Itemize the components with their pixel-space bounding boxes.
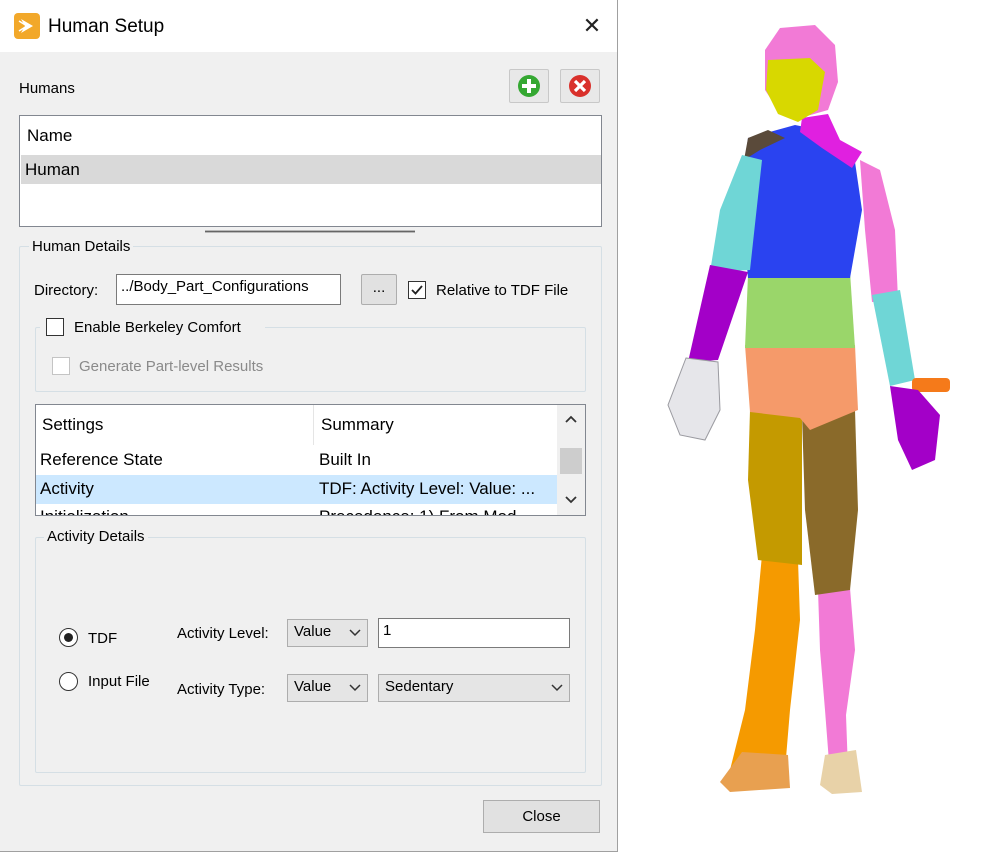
table-cell: Reference State [40,450,163,469]
activity-level-input[interactable]: 1 [378,618,570,648]
checkmark-icon [411,285,423,295]
scrollbar-thumb[interactable] [560,448,582,474]
table-cell: Activity [40,479,94,498]
table-cell: TDF: Activity Level: Value: ... [319,479,536,498]
remove-circle-icon [569,75,591,97]
humans-label: Humans [19,80,75,97]
activity-details-title: Activity Details [44,528,148,545]
table-cell: Precedence: 1) From Mod... [319,507,555,515]
radio-selected-dot [64,633,73,642]
column-header-summary[interactable]: Summary [321,415,394,435]
select-value: Value [294,678,332,695]
directory-field[interactable]: ../Body_Part_Configurations [116,274,341,305]
remove-human-button[interactable] [560,69,600,103]
part-level-results-label: Generate Part-level Results [79,358,264,375]
browse-button[interactable]: ... [361,274,397,305]
column-header-settings[interactable]: Settings [42,415,103,435]
scroll-up-icon[interactable] [563,413,579,425]
human-setup-dialog: Human Setup ✕ Humans Name Human Human De… [0,0,618,852]
input-file-label: Input File [88,673,150,690]
chevron-down-icon [551,684,563,692]
berkeley-comfort-label: Enable Berkeley Comfort [74,319,241,336]
relative-to-tdf-checkbox[interactable] [408,281,426,299]
activity-details-group [35,537,586,773]
input-file-radio[interactable] [59,672,78,691]
list-header-name[interactable]: Name [27,126,72,146]
part-level-results-checkbox[interactable] [52,357,70,375]
table-row-selected[interactable]: Activity TDF: Activity Level: Value: ... [36,475,557,504]
humans-list: Name Human [19,115,602,227]
close-icon[interactable]: ✕ [580,14,604,38]
table-row[interactable]: Reference State Built In [36,447,557,475]
select-value: Value [294,623,332,640]
list-item-label: Human [25,160,80,179]
relative-to-tdf-label: Relative to TDF File [436,282,569,299]
select-value: Sedentary [385,678,454,695]
table-row[interactable]: Initialization Precedence: 1) From Mod..… [36,504,557,515]
directory-label: Directory: [34,282,99,299]
tdf-radio[interactable] [59,628,78,647]
chevron-down-icon [349,629,361,637]
vertical-scrollbar[interactable] [557,405,585,515]
chevron-down-icon [349,684,361,692]
splitter-handle[interactable] [205,230,415,233]
close-button[interactable]: Close [483,800,600,833]
tdf-label: TDF [88,630,118,647]
add-human-button[interactable] [509,69,549,103]
column-divider [313,405,314,445]
scroll-down-icon[interactable] [563,494,579,506]
list-item[interactable]: Human [21,155,601,184]
human-details-title: Human Details [29,238,134,255]
title-bar: Human Setup ✕ [0,0,617,52]
table-cell: Initialization [40,507,129,515]
app-logo-icon [14,13,40,39]
berkeley-comfort-checkbox[interactable] [46,318,64,336]
activity-type-label: Activity Type: [177,681,266,698]
activity-level-mode-select[interactable]: Value [287,619,368,647]
activity-type-select[interactable]: Sedentary [378,674,570,702]
activity-level-label: Activity Level: [177,625,269,642]
activity-type-mode-select[interactable]: Value [287,674,368,702]
settings-table: Settings Summary Reference State Built I… [35,404,586,516]
human-body-model-image [667,25,950,794]
window-title: Human Setup [48,16,165,37]
table-cell: Built In [319,450,371,469]
plus-circle-icon [518,75,540,97]
